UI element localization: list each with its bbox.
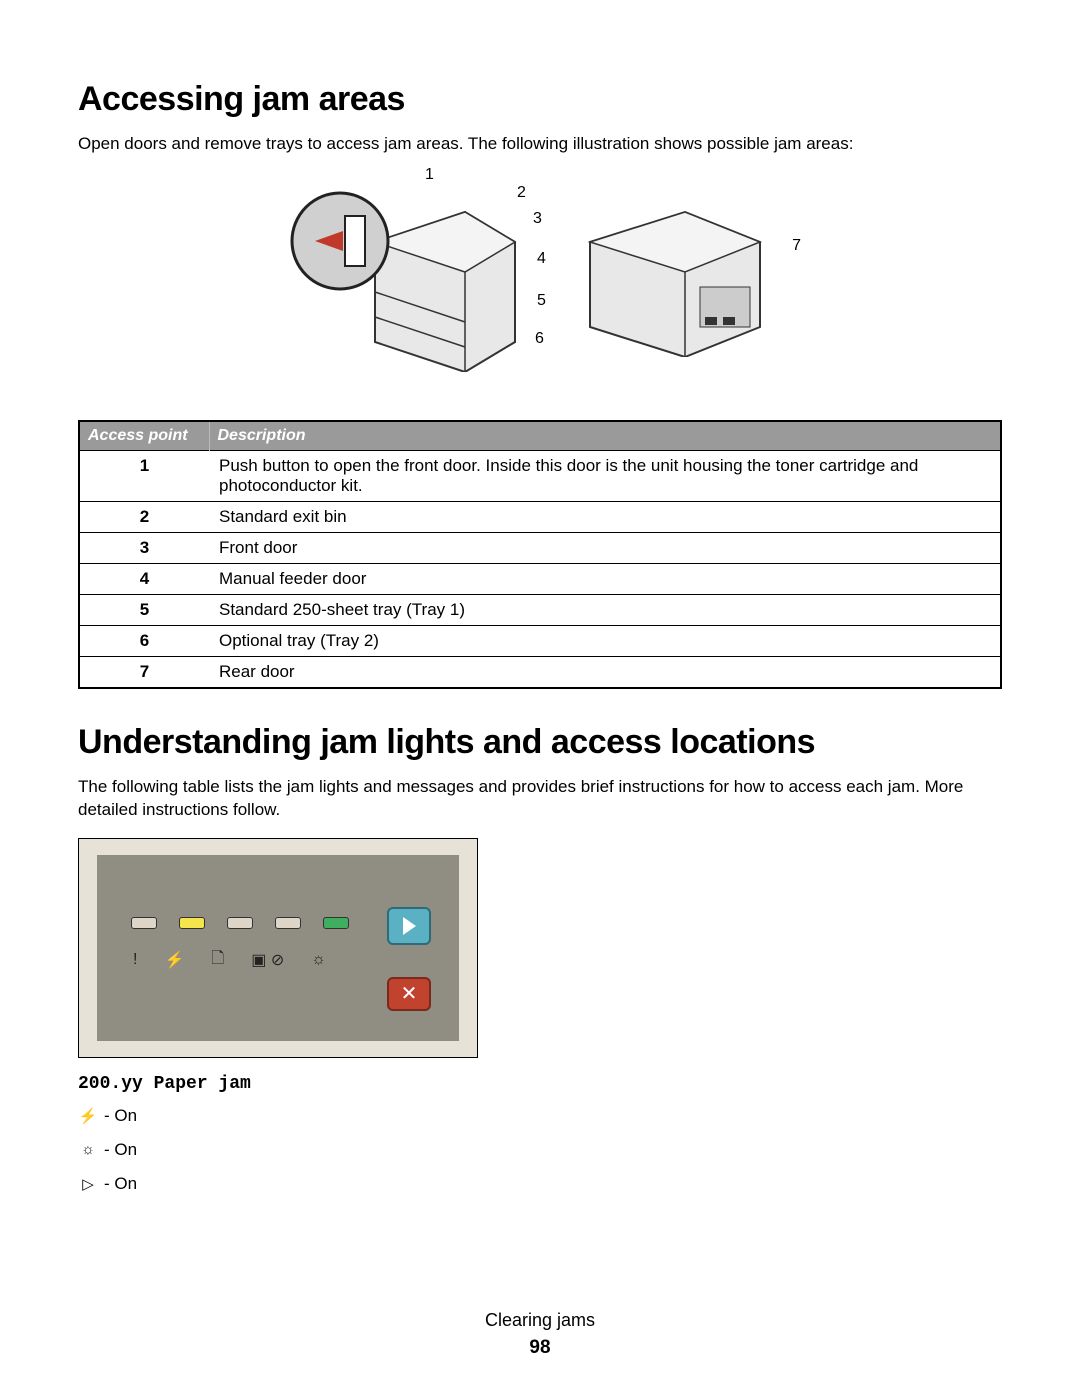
warning-icon: ! (133, 951, 137, 969)
ready-icon: ☼ (78, 1141, 98, 1158)
led-toner-icon (275, 917, 301, 929)
magnifier-detail (285, 186, 405, 306)
led-paper-icon (227, 917, 253, 929)
led-jam-icon (179, 917, 205, 929)
printer-illustrations: 1 2 3 4 5 6 7 (78, 172, 1002, 402)
ready-icon: ☼ (311, 951, 326, 969)
printer-rear-svg (575, 207, 775, 357)
go-icon: ▷ (78, 1175, 98, 1193)
intro-understanding: The following table lists the jam lights… (78, 776, 1002, 822)
page-footer: Clearing jams 98 (0, 1310, 1080, 1359)
cell-desc: Standard 250-sheet tray (Tray 1) (209, 594, 1001, 625)
led-row (131, 917, 349, 929)
cell-num: 5 (79, 594, 209, 625)
table-row: 6Optional tray (Tray 2) (79, 625, 1001, 656)
jam-icon: ⚡ (78, 1107, 98, 1125)
table-row: 5Standard 250-sheet tray (Tray 1) (79, 594, 1001, 625)
jam-code-heading: 200.yy Paper jam (78, 1074, 1002, 1094)
status-text: - On (104, 1140, 137, 1160)
heading-understanding-jam-lights: Understanding jam lights and access loca… (78, 723, 1002, 762)
go-button[interactable] (387, 907, 431, 945)
cell-desc: Rear door (209, 656, 1001, 688)
printer-rear-view: 7 (575, 207, 795, 367)
footer-section-label: Clearing jams (0, 1310, 1080, 1331)
callout-7: 7 (792, 237, 801, 255)
table-row: 4Manual feeder door (79, 563, 1001, 594)
status-line: ▷ - On (78, 1174, 1002, 1194)
callout-2: 2 (517, 184, 526, 202)
cell-num: 7 (79, 656, 209, 688)
table-row: 3Front door (79, 532, 1001, 563)
th-access-point: Access point (79, 421, 209, 451)
panel-inner: ! ⚡ 🗋 ▣ ⊘ ☼ ✕ (97, 855, 459, 1041)
access-point-table: Access point Description 1Push button to… (78, 420, 1002, 689)
cell-num: 2 (79, 501, 209, 532)
table-row: 2Standard exit bin (79, 501, 1001, 532)
toner-icon: ▣ ⊘ (251, 950, 284, 970)
cell-num: 3 (79, 532, 209, 563)
cell-desc: Standard exit bin (209, 501, 1001, 532)
cell-desc: Front door (209, 532, 1001, 563)
callout-3: 3 (533, 210, 542, 228)
cancel-button[interactable]: ✕ (387, 977, 431, 1011)
status-line: ☼ - On (78, 1140, 1002, 1160)
panel-icon-row: ! ⚡ 🗋 ▣ ⊘ ☼ (133, 947, 326, 974)
th-description: Description (209, 421, 1001, 451)
status-line: ⚡ - On (78, 1106, 1002, 1126)
callout-5: 5 (537, 292, 546, 310)
cell-desc: Manual feeder door (209, 563, 1001, 594)
callout-6: 6 (535, 330, 544, 348)
cell-num: 1 (79, 450, 209, 501)
cell-num: 4 (79, 563, 209, 594)
printer-control-panel: ! ⚡ 🗋 ▣ ⊘ ☼ ✕ (78, 838, 478, 1058)
led-ready-icon (323, 917, 349, 929)
page-number: 98 (0, 1337, 1080, 1359)
led-error-icon (131, 917, 157, 929)
status-text: - On (104, 1106, 137, 1126)
cell-num: 6 (79, 625, 209, 656)
jam-icon: ⚡ (164, 950, 184, 970)
cell-desc: Push button to open the front door. Insi… (209, 450, 1001, 501)
table-row: 1Push button to open the front door. Ins… (79, 450, 1001, 501)
printer-front-view: 1 2 3 4 5 6 (285, 172, 545, 402)
callout-1: 1 (425, 166, 434, 184)
heading-accessing-jam-areas: Accessing jam areas (78, 80, 1002, 119)
cell-desc: Optional tray (Tray 2) (209, 625, 1001, 656)
table-row: 7Rear door (79, 656, 1001, 688)
intro-accessing: Open doors and remove trays to access ja… (78, 133, 1002, 156)
paper-icon: 🗋 (211, 947, 224, 974)
callout-4: 4 (537, 250, 546, 268)
status-text: - On (104, 1174, 137, 1194)
